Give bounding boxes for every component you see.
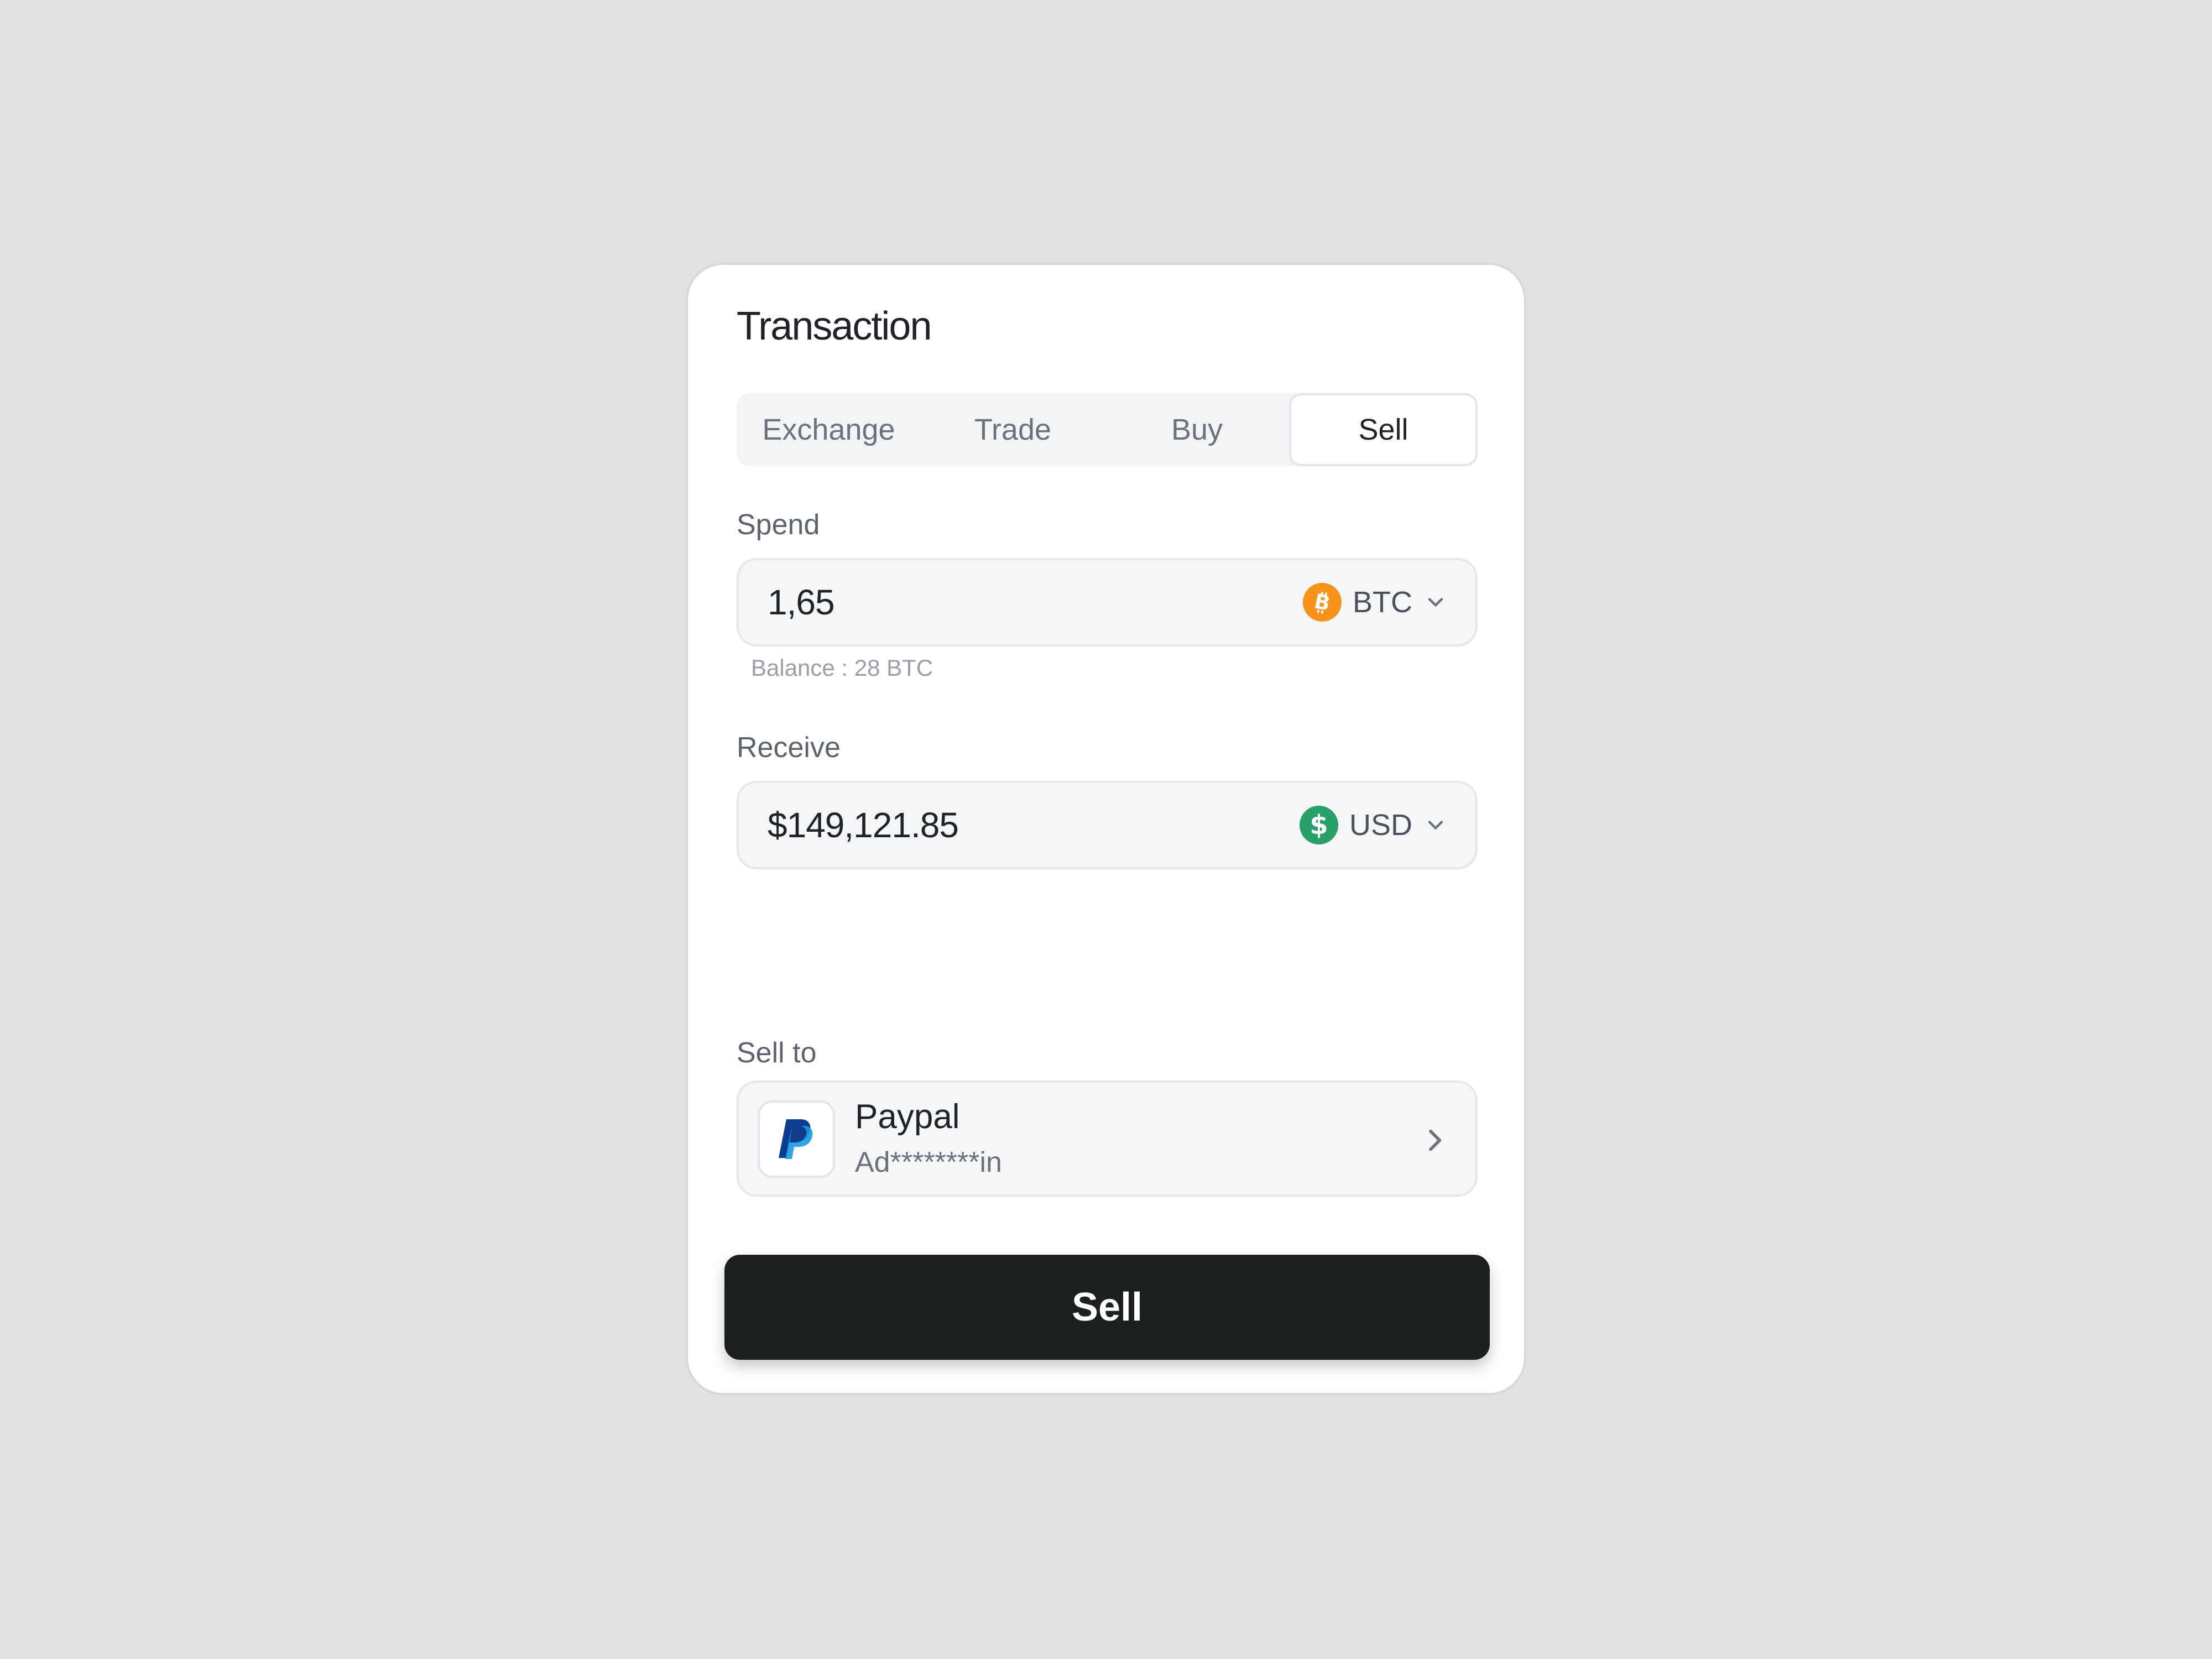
spend-currency-select[interactable]: B BTC [1303,560,1448,644]
receive-field[interactable]: $149,121.85 $ USD [737,781,1478,869]
transaction-tabs: Exchange Trade Buy Sell [737,393,1478,466]
spend-label: Spend [737,509,820,541]
bitcoin-icon: B [1303,583,1342,622]
dollar-icon: $ [1299,806,1338,844]
spend-amount[interactable]: 1,65 [768,560,835,644]
tab-trade[interactable]: Trade [921,393,1105,466]
receive-currency-code: USD [1349,808,1412,842]
tab-exchange[interactable]: Exchange [737,393,921,466]
spend-currency-code: BTC [1353,586,1412,619]
payee-account: Ad********in [855,1146,1002,1178]
chevron-down-icon [1428,598,1443,607]
card-title: Transaction [737,304,932,348]
payee-name: Paypal [855,1098,960,1136]
receive-amount[interactable]: $149,121.85 [768,783,959,867]
sell-to-label: Sell to [737,1037,817,1069]
chevron-right-icon [1429,1129,1442,1151]
spend-balance: Balance : 28 BTC [751,655,933,681]
sell-button[interactable]: Sell [724,1255,1490,1360]
chevron-down-icon [1428,821,1443,830]
tab-sell[interactable]: Sell [1289,393,1478,466]
transaction-card: Transaction Exchange Trade Buy Sell Spen… [686,263,1526,1395]
payee-selector[interactable]: Paypal Ad********in [737,1081,1478,1197]
receive-currency-select[interactable]: $ USD [1299,783,1448,867]
spend-field[interactable]: 1,65 B BTC [737,558,1478,646]
paypal-icon [758,1100,835,1178]
receive-label: Receive [737,732,841,764]
tab-buy[interactable]: Buy [1105,393,1289,466]
